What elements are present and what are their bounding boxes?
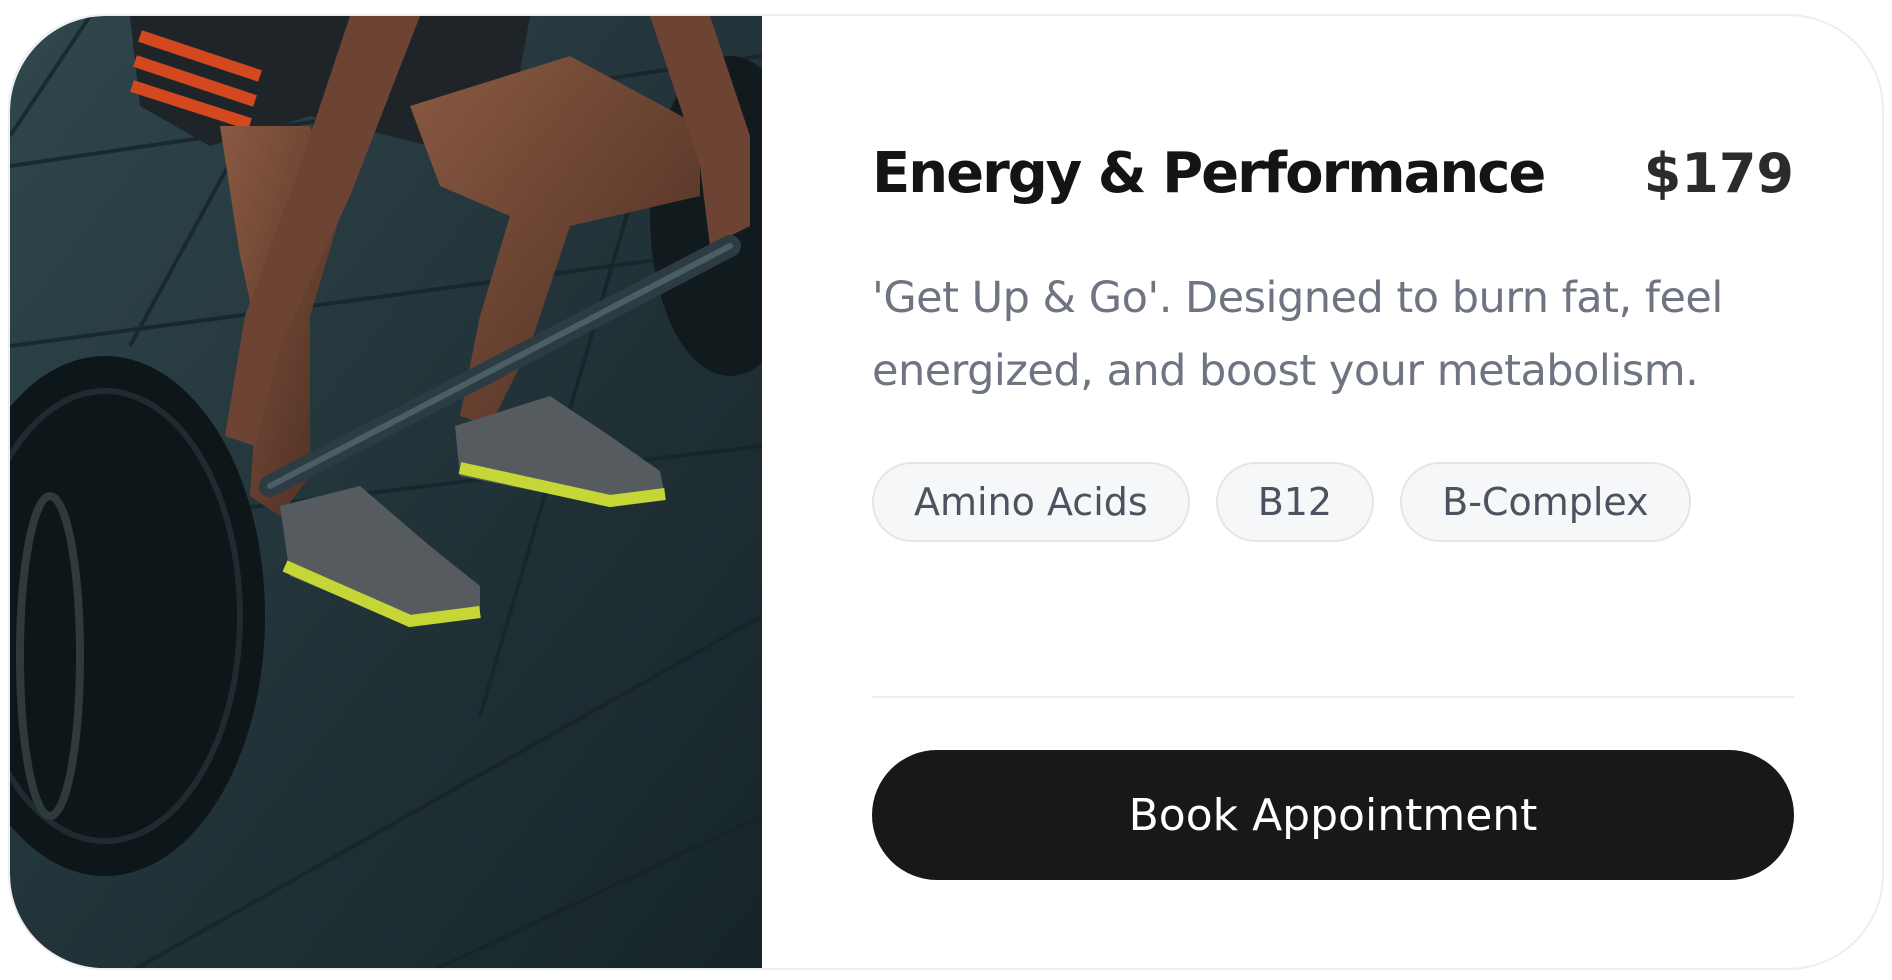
tag-amino-acids: Amino Acids <box>872 462 1190 542</box>
tag-b12: B12 <box>1215 462 1375 542</box>
book-appointment-button[interactable]: Book Appointment <box>872 750 1794 880</box>
ingredient-tags: Amino Acids B12 B-Complex <box>872 462 1691 542</box>
divider <box>872 696 1794 698</box>
service-description: 'Get Up & Go'. Designed to burn fat, fee… <box>872 273 1723 396</box>
service-price: $179 <box>1643 142 1794 205</box>
tag-b-complex: B-Complex <box>1400 462 1691 542</box>
hero-image <box>10 16 762 968</box>
card-content: Energy & Performance $179 'Get Up & Go'.… <box>872 16 1794 968</box>
title-row: Energy & Performance $179 <box>872 134 1794 214</box>
service-title: Energy & Performance <box>872 141 1546 206</box>
service-card: Energy & Performance $179 'Get Up & Go'.… <box>8 14 1884 970</box>
